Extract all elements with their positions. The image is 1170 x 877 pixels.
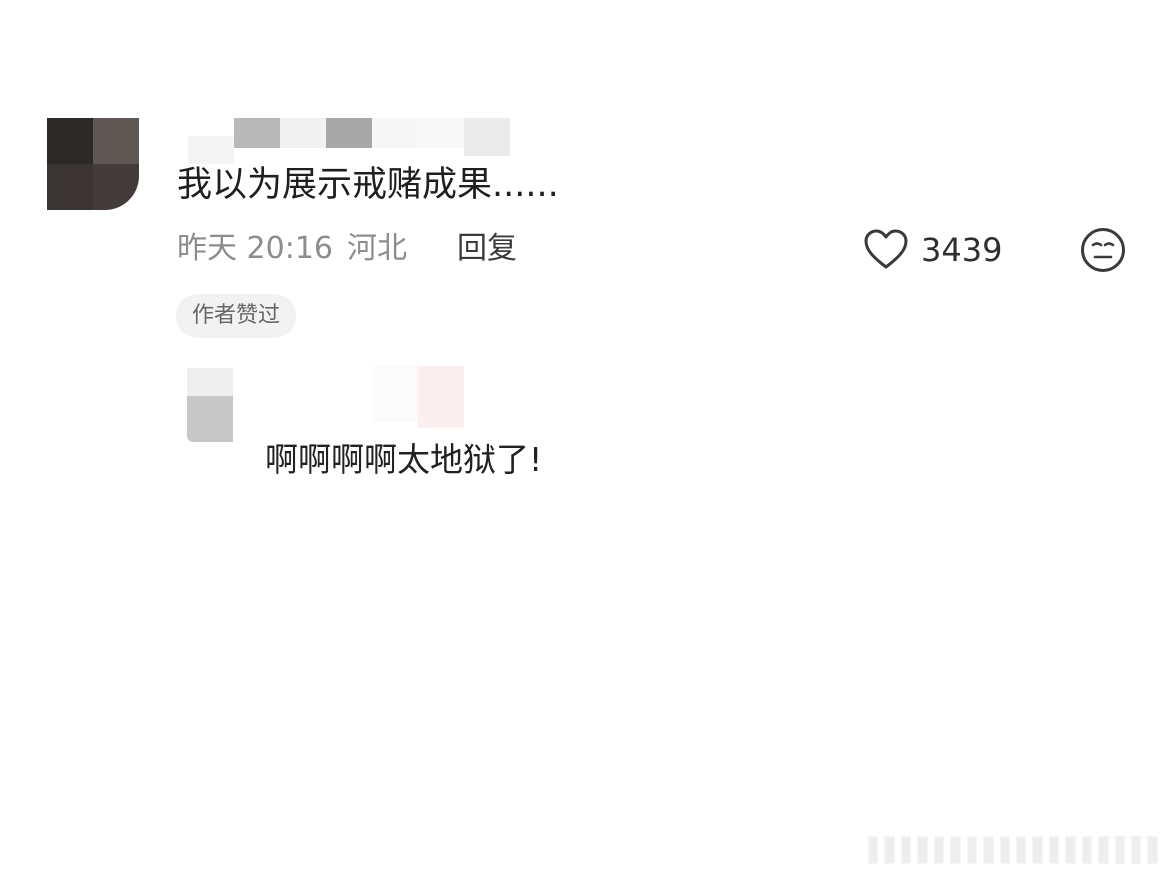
reply-body: 啊啊啊啊太地狱了! — [265, 440, 543, 479]
comment-meta: 昨天 20:16 河北 — [177, 226, 421, 272]
like-count: 3439 — [921, 231, 1003, 269]
comment-body: 我以为展示戒赌成果...... — [177, 165, 559, 205]
neutral-face-icon — [1081, 228, 1125, 272]
reply-name-obscured[interactable] — [372, 366, 468, 428]
commenter-name-obscured[interactable] — [188, 118, 518, 166]
reply-button[interactable]: 回复 — [457, 226, 517, 272]
heart-outline-icon — [864, 229, 908, 269]
watermark — [868, 830, 1164, 870]
commenter-avatar[interactable] — [47, 118, 139, 210]
reply-avatar[interactable] — [187, 368, 233, 442]
like-button[interactable]: 3439 — [863, 226, 1002, 274]
comment-time: 昨天 20:16 — [177, 231, 333, 266]
comment-location: 河北 — [347, 231, 407, 266]
author-liked-badge: 作者赞过 — [176, 294, 297, 338]
comment-thread: 我以为展示戒赌成果...... 昨天 20:16 河北 回复 3439 作者赞过… — [0, 0, 1170, 877]
reaction-button[interactable] — [1080, 227, 1126, 273]
